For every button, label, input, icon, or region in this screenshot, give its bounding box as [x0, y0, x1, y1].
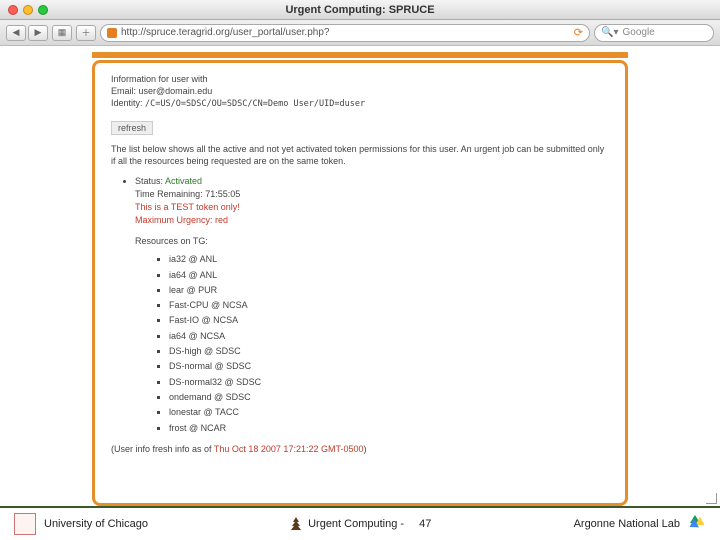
list-item: DS-high @ SDSC: [169, 344, 609, 359]
resize-grip-icon[interactable]: [705, 492, 717, 504]
browser-toolbar: ◀ ▶ ▦ ＋ http://spruce.teragrid.org/user_…: [0, 20, 720, 46]
list-item: lear @ PUR: [169, 283, 609, 298]
site-icon: [107, 28, 117, 38]
window-title: Urgent Computing: SPRUCE: [0, 4, 720, 16]
back-button[interactable]: ◀: [6, 25, 26, 41]
resources-label: Resources on TG:: [135, 236, 208, 246]
drive-icon: [688, 515, 706, 533]
slide-footer: University of Chicago Urgent Computing -…: [0, 506, 720, 540]
portal-page: Information for user with Email: user@do…: [80, 46, 640, 506]
content-panel: Information for user with Email: user@do…: [92, 60, 628, 506]
search-bar[interactable]: 🔍▾ Google: [594, 24, 714, 42]
fresh-info: (User info fresh info as of Thu Oct 18 2…: [111, 444, 609, 454]
add-button[interactable]: ＋: [76, 25, 96, 41]
email-label: Email:: [111, 86, 136, 96]
forward-button[interactable]: ▶: [28, 25, 48, 41]
footer-left: University of Chicago: [44, 518, 148, 530]
url-bar[interactable]: http://spruce.teragrid.org/user_portal/u…: [100, 24, 590, 42]
user-info: Information for user with Email: user@do…: [111, 73, 609, 111]
footer-page: 47: [419, 518, 431, 530]
search-placeholder: Google: [622, 27, 654, 38]
leaf-icon: [290, 517, 302, 531]
urgency-label: Maximum Urgency:: [135, 215, 213, 225]
footer-right: Argonne National Lab: [574, 518, 680, 530]
list-item: frost @ NCAR: [169, 421, 609, 436]
description-text: The list below shows all the active and …: [111, 143, 609, 167]
resource-list: ia32 @ ANL ia64 @ ANL lear @ PUR Fast-CP…: [169, 252, 609, 436]
nav-buttons: ◀ ▶: [6, 25, 48, 41]
list-item: Fast-CPU @ NCSA: [169, 298, 609, 313]
list-item: DS-normal @ SDSC: [169, 359, 609, 374]
email-value: user@domain.edu: [139, 86, 213, 96]
refresh-button[interactable]: refresh: [111, 121, 153, 135]
list-item: lonestar @ TACC: [169, 405, 609, 420]
urgency-value: red: [215, 215, 228, 225]
list-item: ia32 @ ANL: [169, 252, 609, 267]
token-item: Status: Activated Time Remaining: 71:55:…: [135, 175, 609, 436]
footer-center: Urgent Computing - 47: [290, 517, 431, 531]
status-label: Status:: [135, 176, 163, 186]
footer-title: Urgent Computing -: [308, 518, 404, 530]
reload-icon[interactable]: ⟳: [574, 26, 583, 39]
identity-value: /C=US/O=SDSC/OU=SDSC/CN=Demo User/UID=du…: [145, 99, 365, 109]
list-item: DS-normal32 @ SDSC: [169, 375, 609, 390]
time-label: Time Remaining:: [135, 189, 203, 199]
header-bar: [92, 52, 628, 58]
status-value: Activated: [165, 176, 202, 186]
url-text: http://spruce.teragrid.org/user_portal/u…: [121, 27, 329, 38]
list-item: ondemand @ SDSC: [169, 390, 609, 405]
browser-viewport: Information for user with Email: user@do…: [0, 46, 720, 506]
list-item: Fast-IO @ NCSA: [169, 313, 609, 328]
uchicago-logo-icon: [14, 513, 36, 535]
list-item: ia64 @ ANL: [169, 268, 609, 283]
token-list: Status: Activated Time Remaining: 71:55:…: [135, 175, 609, 436]
window-titlebar: Urgent Computing: SPRUCE: [0, 0, 720, 20]
test-notice: This is a TEST token only!: [135, 202, 240, 212]
identity-label: Identity:: [111, 98, 143, 108]
list-item: ia64 @ NCSA: [169, 329, 609, 344]
fresh-close: ): [364, 444, 367, 454]
fresh-timestamp: Thu Oct 18 2007 17:21:22 GMT-0500: [214, 444, 364, 454]
search-icon: 🔍▾: [601, 27, 618, 38]
fresh-label: (User info fresh info as of: [111, 444, 212, 454]
info-heading: Information for user with: [111, 73, 609, 85]
grid-button[interactable]: ▦: [52, 25, 72, 41]
time-value: 71:55:05: [205, 189, 240, 199]
